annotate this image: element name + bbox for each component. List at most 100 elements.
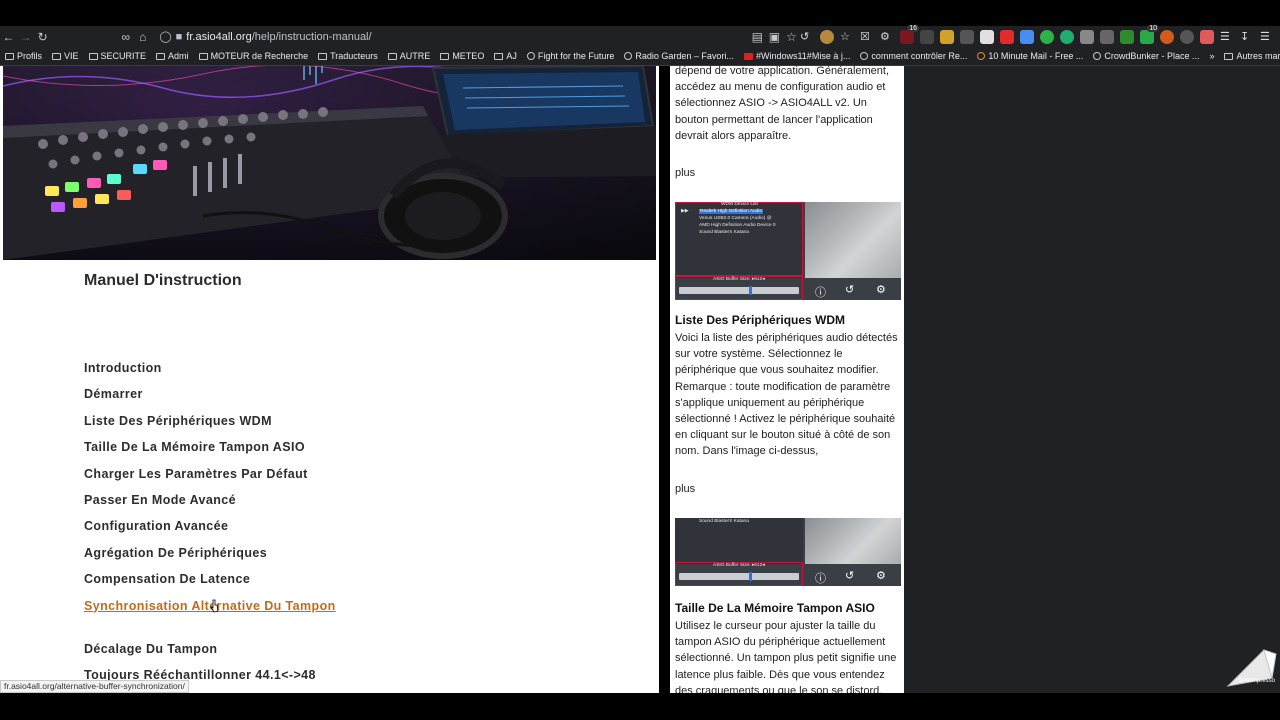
- bookmark-crowdbunker[interactable]: CrowdBunker - Place ...: [1088, 51, 1204, 61]
- hero-image: [3, 66, 656, 260]
- globe-icon: [1093, 52, 1102, 60]
- reload-icon[interactable]: ↻: [34, 30, 51, 44]
- extension-icon[interactable]: [1080, 29, 1094, 44]
- extension-icon[interactable]: [1000, 29, 1014, 44]
- paragraph-wdm-list: Voici la liste des périphériques audio d…: [675, 332, 898, 458]
- bookmark-star-icon[interactable]: ☆: [783, 30, 800, 44]
- history-icon[interactable]: ↺: [800, 30, 814, 44]
- folder-icon: [1224, 52, 1234, 60]
- bottom-black-bar: [0, 693, 1280, 720]
- buffer-size-label: ASIO Buffer Size: ▸512◂: [713, 563, 765, 568]
- paragraph-app-config: dépend de votre application. Généralemen…: [675, 66, 890, 142]
- extension-icon[interactable]: [1200, 29, 1214, 44]
- toc-link-buffer-offset[interactable]: Décalage Du Tampon: [84, 641, 344, 667]
- toc-link-aggregation[interactable]: Agrégation De Périphériques: [84, 545, 344, 571]
- home-icon[interactable]: ⌂: [134, 30, 151, 44]
- buffer-slider-knob: [749, 286, 752, 295]
- gear-icon[interactable]: ⚙: [880, 30, 894, 44]
- bookmark-radio-garden[interactable]: Radio Garden – Favori...: [619, 51, 739, 61]
- device-item: Sound BlasterX Katana: [699, 519, 749, 524]
- extension-icon[interactable]: 16: [900, 24, 919, 44]
- folder-icon: [52, 52, 62, 60]
- extension-icons: ↺ ☆ ☒ ⚙ 16 10 ☰ ↧ ☰: [800, 24, 1280, 44]
- bookmark-10minutemail[interactable]: 10 Minute Mail - Free ...: [972, 51, 1088, 61]
- extension-icon[interactable]: [980, 29, 994, 44]
- bookmark-securite[interactable]: SECURITE: [84, 51, 152, 61]
- watermark-text: Screenpresso: [1238, 678, 1276, 684]
- bookmark-traducteurs[interactable]: Traducteurs: [313, 51, 383, 61]
- browser-toolbar: ← → ↻ ∞ ⌂ ◯ ■ fr.asio4all.org /help/inst…: [0, 24, 1280, 47]
- back-icon[interactable]: ←: [0, 30, 17, 44]
- toc-link-wdm-list[interactable]: Liste Des Périphériques WDM: [84, 413, 344, 439]
- play-icon: ▶▶: [681, 209, 689, 214]
- table-of-contents: Introduction Démarrer Liste Des Périphér…: [84, 360, 344, 693]
- settings-gear-icon: ⚙: [876, 284, 886, 296]
- bookmark-windows11[interactable]: #Windows11#Mise à j...: [739, 51, 855, 61]
- extension-icon[interactable]: [1060, 29, 1074, 44]
- toc-link-introduction[interactable]: Introduction: [84, 360, 344, 386]
- extension-icon[interactable]: [1020, 29, 1034, 44]
- library-icon[interactable]: ☰: [1220, 30, 1234, 44]
- buffer-size-label: ASIO Buffer Size: ▸512◂: [713, 277, 765, 282]
- toc-link-latency[interactable]: Compensation De Latence: [84, 571, 344, 597]
- device-item: AMD High Definition Audio Device 0: [699, 223, 776, 228]
- page-curl-icon: [1226, 649, 1277, 687]
- puzzle-icon[interactable]: ☒: [860, 30, 874, 44]
- folder-icon: [88, 52, 98, 60]
- reading-glasses-icon[interactable]: ∞: [117, 30, 134, 44]
- buffer-size-screenshot: Sound BlasterX Katana ASIO Buffer Size: …: [675, 518, 901, 586]
- toc-link-advanced-mode[interactable]: Passer En Mode Avancé: [84, 492, 344, 518]
- extension-icon[interactable]: ☆: [840, 30, 854, 44]
- window-top-bar: [0, 0, 1280, 26]
- help-icon: ⓘ: [815, 573, 826, 585]
- address-bar[interactable]: ◯ ■ fr.asio4all.org /help/instruction-ma…: [159, 30, 569, 44]
- screenshot-icon[interactable]: ▣: [766, 30, 783, 44]
- lock-icon: ■: [175, 30, 183, 43]
- more-text: plus: [675, 167, 696, 179]
- toc-link-advanced-config[interactable]: Configuration Avancée: [84, 518, 344, 544]
- url-path: /help/instruction-manual/: [251, 30, 372, 43]
- extension-icon[interactable]: [1100, 29, 1114, 44]
- studio-mixer-illustration: [3, 66, 656, 260]
- extension-icon[interactable]: [920, 29, 934, 44]
- bookmark-profils[interactable]: Profils: [0, 51, 47, 61]
- shield-icon: ◯: [159, 31, 172, 43]
- window-divider[interactable]: [659, 66, 670, 693]
- bookmark-other[interactable]: Autres marque-pages: [1219, 51, 1280, 61]
- extension-icon[interactable]: [1120, 29, 1134, 44]
- toc-link-demarrer[interactable]: Démarrer: [84, 386, 344, 412]
- bookmark-aj[interactable]: AJ: [489, 51, 522, 61]
- folder-icon: [156, 52, 166, 60]
- bookmark-autre[interactable]: AUTRE: [383, 51, 436, 61]
- page-title: Manuel D'instruction: [84, 272, 242, 289]
- bookmark-controler[interactable]: comment contrôler Re...: [855, 51, 972, 61]
- extension-icon[interactable]: [940, 29, 954, 44]
- chevron-right-icon[interactable]: »: [1204, 51, 1219, 61]
- buffer-slider: [679, 287, 799, 294]
- bookmark-fight-future[interactable]: Fight for the Future: [522, 51, 620, 61]
- bookmark-vie[interactable]: VIE: [47, 51, 84, 61]
- forward-icon[interactable]: →: [17, 30, 34, 44]
- bookmark-admi[interactable]: Admi: [151, 51, 194, 61]
- toc-link-load-defaults[interactable]: Charger Les Paramètres Par Défaut: [84, 466, 344, 492]
- bookmark-meteo[interactable]: METEO: [435, 51, 489, 61]
- section-heading-wdm: Liste Des Périphériques WDM: [675, 313, 846, 327]
- extension-icon[interactable]: 10: [1140, 24, 1159, 44]
- extension-icon[interactable]: [1040, 29, 1054, 44]
- extension-icon[interactable]: [820, 29, 834, 44]
- bookmarks-bar: Profils VIE SECURITE Admi MOTEUR de Rech…: [0, 47, 1280, 66]
- reset-icon: ↺: [845, 570, 855, 582]
- extension-icon[interactable]: [960, 29, 974, 44]
- extension-icon[interactable]: [1180, 29, 1194, 44]
- link-status-bar: fr.asio4all.org/alternative-buffer-synch…: [0, 680, 189, 693]
- menu-icon[interactable]: ☰: [1260, 30, 1274, 44]
- download-icon[interactable]: ↧: [1240, 30, 1254, 44]
- toc-link-buffer-size[interactable]: Taille De La Mémoire Tampon ASIO: [84, 439, 344, 465]
- reader-icon[interactable]: ▤: [749, 30, 766, 44]
- bookmark-moteur[interactable]: MOTEUR de Recherche: [194, 51, 314, 61]
- settings-gear-icon: ⚙: [876, 570, 886, 582]
- folder-icon: [5, 52, 14, 60]
- folder-icon: [440, 52, 450, 60]
- extension-icon[interactable]: [1160, 29, 1174, 44]
- device-item: Venus USB2.0 Camera (Audio) @: [699, 216, 772, 221]
